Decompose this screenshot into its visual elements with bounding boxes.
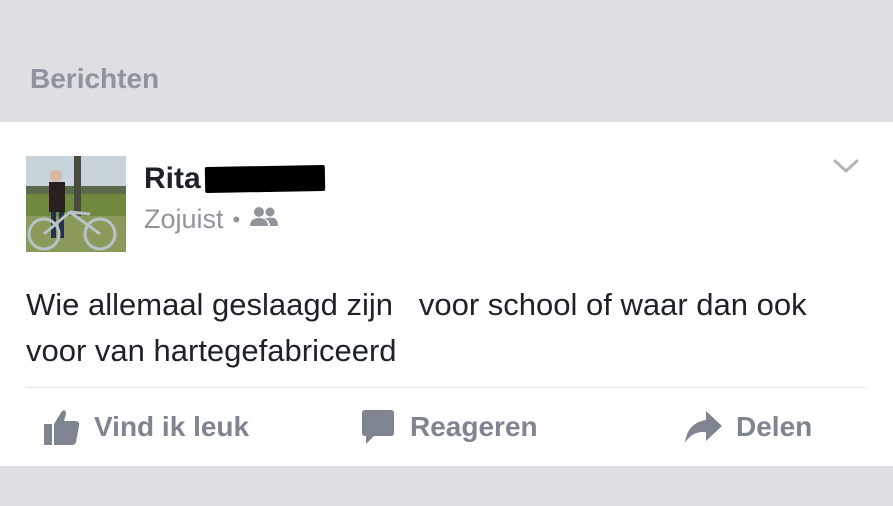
share-arrow-icon — [682, 407, 724, 447]
like-label: Vind ik leuk — [94, 411, 250, 442]
friends-icon[interactable] — [249, 204, 279, 235]
section-header: Berichten — [0, 0, 893, 122]
comment-icon — [358, 407, 398, 447]
divider — [26, 387, 866, 388]
section-title: Berichten — [30, 63, 160, 94]
share-label: Delen — [736, 411, 813, 442]
comment-label: Reageren — [410, 411, 538, 442]
post-card: Rita Zojuist • Wie allemaal geslaagd zij… — [0, 122, 893, 466]
author-first-name: Rita — [144, 162, 201, 195]
post-author[interactable]: Rita — [144, 162, 325, 196]
avatar[interactable] — [26, 156, 126, 252]
thumbs-up-icon — [42, 407, 82, 447]
redaction-bar — [204, 164, 325, 194]
post-timestamp[interactable]: Zojuist — [144, 204, 224, 235]
meta-separator: • — [232, 206, 241, 232]
avatar-photo — [26, 156, 126, 252]
chevron-down-icon[interactable] — [832, 156, 860, 176]
like-button[interactable]: Vind ik leuk — [42, 405, 249, 449]
comment-button[interactable]: Reageren — [358, 405, 538, 449]
post-meta: Zojuist • — [144, 204, 279, 235]
share-button[interactable]: Delen — [682, 405, 812, 449]
next-card-gap — [0, 466, 893, 506]
post-text: Wie allemaal geslaagd zijn voor school o… — [26, 287, 816, 368]
